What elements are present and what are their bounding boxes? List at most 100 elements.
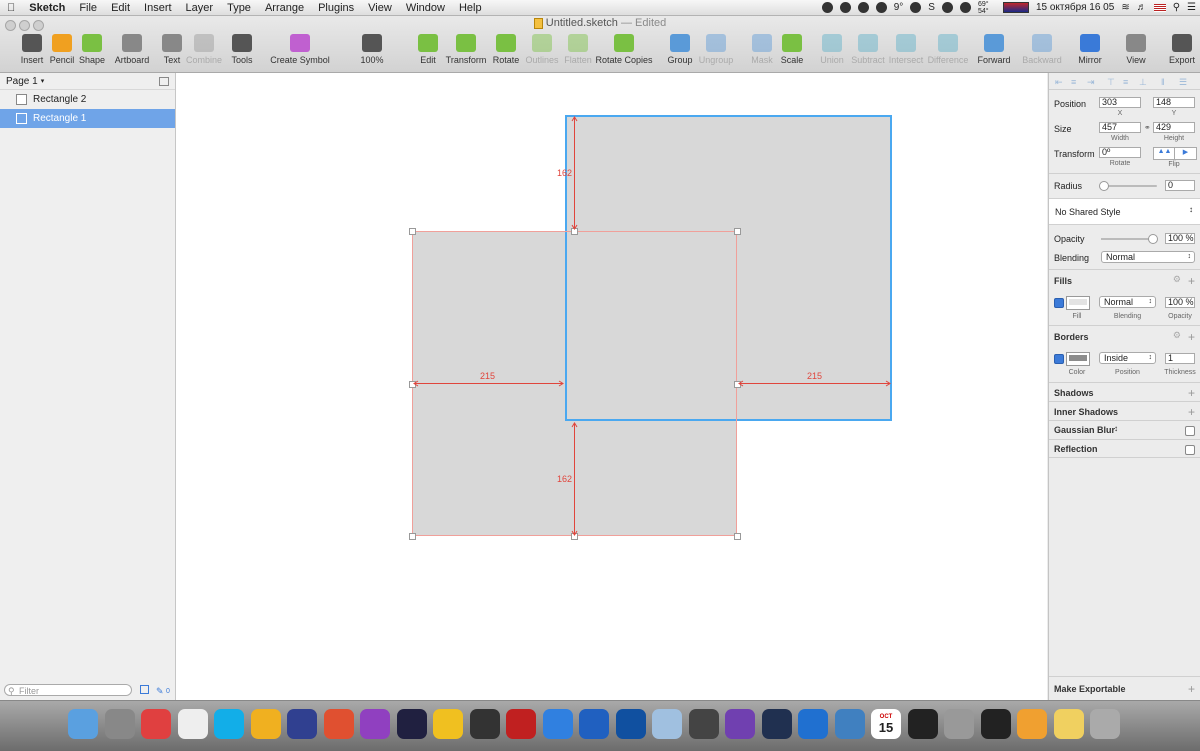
- radius-slider[interactable]: [1101, 185, 1157, 187]
- align-bottom-icon[interactable]: ⊥: [1139, 77, 1147, 88]
- slices-filter-icon[interactable]: ✎: [156, 686, 164, 697]
- menu-plugins[interactable]: Plugins: [311, 2, 361, 14]
- flip-vertical-button[interactable]: ▶: [1174, 147, 1197, 160]
- notes-icon[interactable]: [1053, 709, 1084, 739]
- collapse-pages-icon[interactable]: [159, 76, 169, 86]
- status-location-icon[interactable]: [941, 2, 953, 13]
- prism-icon[interactable]: [287, 709, 317, 739]
- lock-proportions-icon[interactable]: ⚭: [1144, 123, 1151, 132]
- quicktime-icon[interactable]: [579, 709, 609, 739]
- pages-icon[interactable]: [1017, 709, 1047, 739]
- viber-icon[interactable]: [725, 709, 755, 739]
- toolbar-symbol-button[interactable]: Create Symbol: [270, 34, 330, 65]
- activity-icon[interactable]: [980, 709, 1011, 739]
- page-selector[interactable]: Page 1 ▾: [0, 73, 175, 90]
- menu-help[interactable]: Help: [452, 2, 489, 14]
- align-left-icon[interactable]: ⇤: [1055, 77, 1063, 88]
- fill-opacity-field[interactable]: 100 %: [1165, 297, 1195, 308]
- trash-icon[interactable]: [1090, 709, 1120, 739]
- status-s-icon[interactable]: S: [928, 2, 935, 13]
- toolbar-export-button[interactable]: Export: [1152, 34, 1200, 65]
- apple-icon[interactable]: : [0, 2, 22, 14]
- volume-icon[interactable]: ♬: [1137, 2, 1147, 13]
- layer-rectangle-1[interactable]: Rectangle 1: [0, 109, 175, 128]
- menu-edit[interactable]: Edit: [104, 2, 137, 14]
- menu-app-name[interactable]: Sketch: [22, 2, 72, 14]
- x-field[interactable]: 303: [1099, 97, 1141, 108]
- add-shadow-icon[interactable]: +: [1188, 387, 1195, 399]
- steam-icon[interactable]: [761, 709, 792, 739]
- border-thickness-field[interactable]: 1: [1165, 353, 1195, 364]
- add-inner-shadow-icon[interactable]: +: [1188, 406, 1195, 418]
- status-temps[interactable]: 69° 54°: [978, 1, 996, 15]
- fill-blending-select[interactable]: Normal ↕: [1099, 296, 1156, 308]
- status-gauge-icon[interactable]: [910, 2, 922, 13]
- border-settings-icon[interactable]: ⚙: [1173, 330, 1181, 341]
- clock-icon[interactable]: [177, 709, 208, 739]
- chevron-updown-icon[interactable]: ↕: [1114, 424, 1118, 433]
- toolbar-rotate-copies-button[interactable]: Rotate Copies: [594, 34, 654, 65]
- wifi-icon[interactable]: ≋: [1121, 2, 1129, 13]
- blur-checkbox[interactable]: [1185, 426, 1195, 436]
- folder-icon[interactable]: [323, 709, 354, 739]
- add-export-icon[interactable]: +: [1188, 683, 1195, 695]
- border-color-well[interactable]: [1066, 352, 1090, 366]
- status-snail-icon[interactable]: [875, 2, 887, 13]
- joystick-icon[interactable]: [688, 709, 719, 739]
- page-name[interactable]: Page 1: [6, 76, 38, 87]
- calendar-icon[interactable]: OCT 15: [871, 709, 901, 739]
- xcode-icon[interactable]: [834, 709, 865, 739]
- menu-window[interactable]: Window: [399, 2, 452, 14]
- align-right-icon[interactable]: ⇥: [1087, 77, 1095, 88]
- chevron-down-icon[interactable]: ▾: [41, 77, 45, 85]
- opacity-field[interactable]: 100 %: [1165, 233, 1195, 244]
- border-position-select[interactable]: Inside ↕: [1099, 352, 1156, 364]
- gaussian-blur-title[interactable]: Gaussian Blur: [1054, 425, 1115, 435]
- toolbar-zoom-button[interactable]: 100%: [342, 34, 402, 65]
- menu-type[interactable]: Type: [220, 2, 258, 14]
- pen-icon[interactable]: [469, 709, 500, 739]
- fill-settings-icon[interactable]: ⚙: [1173, 274, 1181, 285]
- spotlight-icon[interactable]: ⚲: [1173, 2, 1180, 13]
- width-field[interactable]: 457: [1099, 122, 1141, 133]
- border-enabled-checkbox[interactable]: [1054, 354, 1064, 364]
- canvas[interactable]: 162 162 215 215: [176, 73, 1047, 700]
- reflection-checkbox[interactable]: [1185, 445, 1195, 455]
- distribute-v-icon[interactable]: ☰: [1179, 77, 1187, 88]
- status-signal-icon[interactable]: [857, 2, 869, 13]
- chrome-icon[interactable]: [141, 709, 171, 739]
- align-center-icon[interactable]: ≡: [1071, 77, 1076, 87]
- skype-icon[interactable]: [214, 709, 244, 739]
- status-timer-icon[interactable]: [959, 2, 971, 13]
- make-exportable-title[interactable]: Make Exportable: [1054, 684, 1126, 694]
- opacity-slider-knob[interactable]: [1148, 234, 1158, 244]
- terminal-icon[interactable]: [907, 709, 938, 739]
- radius-slider-knob[interactable]: [1099, 181, 1109, 191]
- pencil-app-icon[interactable]: [433, 709, 463, 739]
- gemini-icon[interactable]: [652, 709, 682, 739]
- menu-view[interactable]: View: [361, 2, 399, 14]
- fill-enabled-checkbox[interactable]: [1054, 298, 1064, 308]
- clock-datetime[interactable]: 15 октября 16 05: [1036, 2, 1114, 13]
- pdf-icon[interactable]: [506, 709, 536, 739]
- status-sync-icon[interactable]: [839, 2, 851, 13]
- menu-insert[interactable]: Insert: [137, 2, 179, 14]
- input-flag-icon[interactable]: [1153, 3, 1166, 12]
- finder-icon[interactable]: [68, 709, 98, 739]
- flip-horizontal-button[interactable]: ▲▲: [1153, 147, 1176, 160]
- rotate-field[interactable]: 0º: [1099, 147, 1141, 158]
- battery-icon[interactable]: [1002, 2, 1029, 13]
- filter-input[interactable]: ⚲ Filter: [4, 684, 132, 696]
- appstore-icon[interactable]: [798, 709, 828, 739]
- shared-style-select[interactable]: No Shared Style ↕: [1049, 199, 1200, 225]
- sketch-icon[interactable]: [250, 709, 281, 739]
- menu-arrange[interactable]: Arrange: [258, 2, 311, 14]
- align-top-icon[interactable]: ⊤: [1107, 77, 1115, 88]
- menu-file[interactable]: File: [72, 2, 104, 14]
- status-dropbox-icon[interactable]: [821, 2, 833, 13]
- colorful-icon[interactable]: [396, 709, 427, 739]
- symbols-filter-icon[interactable]: [140, 685, 149, 694]
- screen-icon[interactable]: [360, 709, 390, 739]
- notifications-icon[interactable]: ☰: [1187, 2, 1196, 13]
- layer-rectangle-2[interactable]: Rectangle 2: [0, 90, 175, 109]
